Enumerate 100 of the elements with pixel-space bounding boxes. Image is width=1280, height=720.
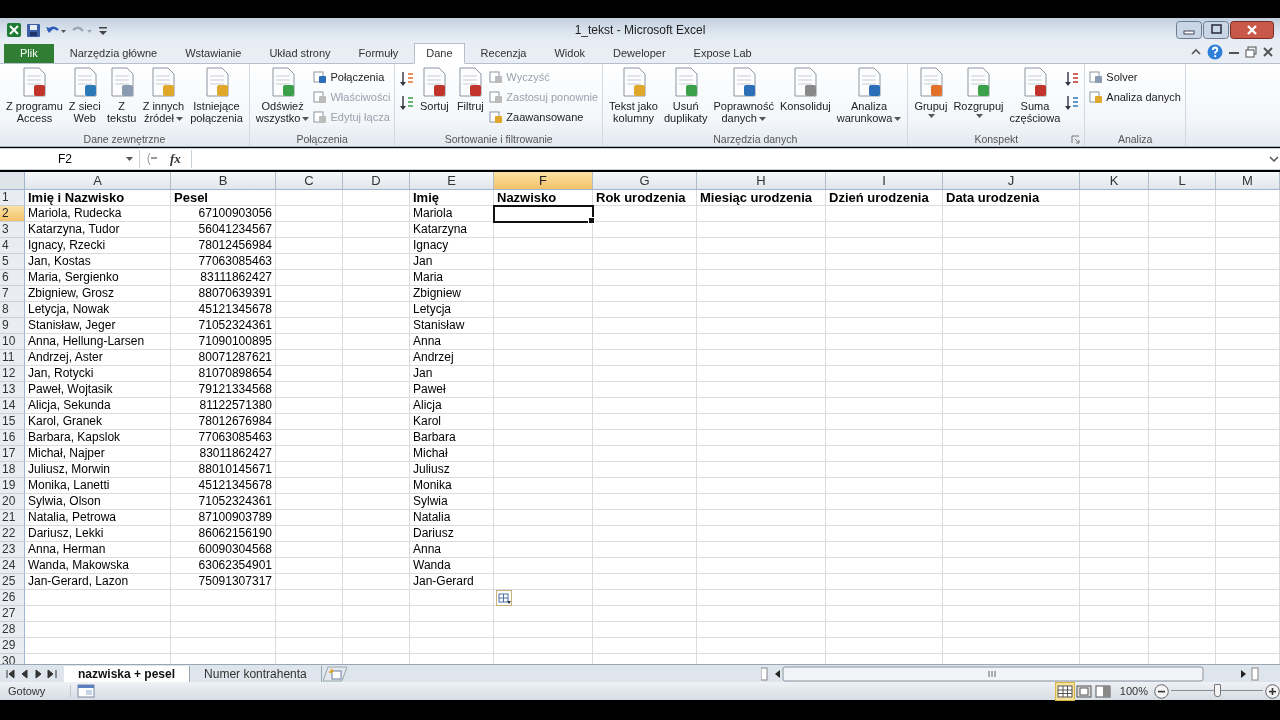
zoom-out-icon[interactable] bbox=[1154, 683, 1169, 699]
ribbon-button[interactable]: Poprawność danych bbox=[711, 66, 776, 124]
ribbon-tab[interactable]: Wstawianie bbox=[173, 44, 254, 63]
ribbon-tab[interactable]: Expose Lab bbox=[681, 44, 764, 63]
paste-options-icon[interactable] bbox=[496, 590, 512, 606]
row-header[interactable]: 28 bbox=[0, 622, 25, 638]
ribbon-button[interactable]: Analiza danych bbox=[1089, 88, 1181, 106]
ribbon-button[interactable]: Z innych źródeł bbox=[140, 66, 187, 124]
column-header[interactable]: E bbox=[410, 172, 494, 190]
normal-view-icon[interactable] bbox=[1055, 682, 1074, 700]
ribbon-button[interactable]: Usuń duplikaty bbox=[662, 66, 710, 124]
row-header[interactable]: 14 bbox=[0, 398, 25, 414]
sort-icon[interactable] bbox=[1064, 94, 1081, 112]
row-header[interactable]: 19 bbox=[0, 478, 25, 494]
restore-icon[interactable] bbox=[1245, 46, 1257, 58]
close-icon[interactable] bbox=[1262, 46, 1274, 58]
ribbon-button[interactable]: Sortuj bbox=[417, 66, 452, 112]
macro-record-icon[interactable] bbox=[77, 684, 95, 698]
row-header[interactable]: 4 bbox=[0, 238, 25, 254]
row-header[interactable]: 8 bbox=[0, 302, 25, 318]
previous-sheet-icon[interactable] bbox=[4, 667, 16, 680]
ribbon-button[interactable]: Zaawansowane bbox=[489, 108, 599, 126]
row-header[interactable]: 9 bbox=[0, 318, 25, 334]
ribbon-button[interactable]: Z tekstu bbox=[104, 66, 139, 124]
file-tab[interactable]: Plik bbox=[4, 44, 54, 63]
ribbon-tab[interactable]: Deweloper bbox=[601, 44, 678, 63]
column-header[interactable]: G bbox=[593, 172, 697, 190]
ribbon-button[interactable]: Analiza warunkowa bbox=[834, 66, 904, 124]
row-header[interactable]: 27 bbox=[0, 606, 25, 622]
next-sheet-icon[interactable] bbox=[32, 667, 44, 680]
row-header[interactable]: 10 bbox=[0, 334, 25, 350]
dialog-launcher-icon[interactable] bbox=[1071, 135, 1081, 144]
zoom-level[interactable]: 100% bbox=[1119, 685, 1148, 697]
ribbon-button[interactable]: Konsoliduj bbox=[777, 66, 833, 112]
ribbon-button[interactable]: Z sieci Web bbox=[66, 66, 103, 124]
column-header[interactable]: J bbox=[943, 172, 1080, 190]
ribbon-button[interactable]: Rozgrupuj bbox=[951, 66, 1006, 119]
page-layout-icon[interactable] bbox=[1074, 682, 1093, 700]
column-header[interactable]: M bbox=[1216, 172, 1280, 190]
page-break-icon[interactable] bbox=[1093, 682, 1112, 700]
column-header[interactable]: C bbox=[276, 172, 343, 190]
ribbon-button[interactable]: Solver bbox=[1089, 68, 1181, 86]
row-header[interactable]: 1 bbox=[0, 190, 25, 206]
close-icon[interactable] bbox=[1230, 21, 1274, 39]
row-header[interactable]: 2 bbox=[0, 206, 25, 222]
column-header[interactable]: A bbox=[25, 172, 171, 190]
ribbon-tab[interactable]: Formuły bbox=[346, 44, 411, 63]
excel-logo-icon[interactable] bbox=[6, 22, 22, 38]
row-header[interactable]: 26 bbox=[0, 590, 25, 606]
ribbon-tab[interactable]: Narzędzia główne bbox=[57, 44, 170, 63]
row-header[interactable]: 13 bbox=[0, 382, 25, 398]
sheet-tab[interactable]: nazwiska + pesel bbox=[64, 665, 191, 682]
ribbon-tab[interactable]: Recenzja bbox=[468, 44, 539, 63]
restore-icon[interactable] bbox=[1203, 21, 1229, 39]
ribbon-button[interactable]: Grupuj bbox=[912, 66, 950, 119]
row-header[interactable]: 17 bbox=[0, 446, 25, 462]
ribbon-button[interactable]: Filtruj bbox=[453, 66, 488, 112]
column-header[interactable]: B bbox=[171, 172, 276, 190]
column-header[interactable]: F bbox=[494, 172, 593, 190]
ribbon-button[interactable]: Istniejące połączenia bbox=[188, 66, 245, 124]
ribbon-tab[interactable]: Dane bbox=[414, 43, 465, 64]
minimize-icon[interactable] bbox=[1176, 21, 1202, 39]
row-header[interactable]: 11 bbox=[0, 350, 25, 366]
row-header[interactable]: 5 bbox=[0, 254, 25, 270]
zoom-in-icon[interactable] bbox=[1265, 683, 1280, 699]
save-icon[interactable] bbox=[26, 22, 41, 38]
row-header[interactable]: 18 bbox=[0, 462, 25, 478]
row-header[interactable]: 3 bbox=[0, 222, 25, 238]
row-header[interactable]: 29 bbox=[0, 638, 25, 654]
sort-icon[interactable] bbox=[399, 94, 416, 112]
row-header[interactable]: 6 bbox=[0, 270, 25, 286]
row-header[interactable]: 24 bbox=[0, 558, 25, 574]
row-header[interactable]: 21 bbox=[0, 510, 25, 526]
column-header[interactable]: K bbox=[1080, 172, 1149, 190]
row-header[interactable]: 25 bbox=[0, 574, 25, 590]
ribbon-button[interactable]: Z programu Access bbox=[4, 66, 65, 124]
ribbon-button[interactable]: Tekst jako kolumny bbox=[607, 66, 660, 124]
next-sheet-icon[interactable] bbox=[46, 667, 58, 680]
sort-icon[interactable] bbox=[1064, 70, 1081, 88]
help-icon[interactable] bbox=[1207, 44, 1223, 60]
row-header[interactable]: 20 bbox=[0, 494, 25, 510]
ribbon-tab[interactable]: Widok bbox=[542, 44, 597, 63]
row-header[interactable]: 22 bbox=[0, 526, 25, 542]
sort-icon[interactable] bbox=[399, 70, 416, 88]
column-header[interactable]: L bbox=[1149, 172, 1216, 190]
ribbon-button[interactable]: Odśwież wszystko bbox=[253, 66, 312, 124]
row-header[interactable]: 23 bbox=[0, 542, 25, 558]
row-header[interactable]: 12 bbox=[0, 366, 25, 382]
row-header[interactable]: 7 bbox=[0, 286, 25, 302]
name-box[interactable]: F2 bbox=[0, 150, 140, 168]
sheet-tab[interactable]: Numer kontrahenta bbox=[190, 665, 322, 682]
row-header[interactable]: 15 bbox=[0, 414, 25, 430]
zoom-slider[interactable] bbox=[1171, 684, 1263, 698]
row-header[interactable]: 16 bbox=[0, 430, 25, 446]
ribbon-button[interactable]: Suma częściowa bbox=[1007, 66, 1063, 124]
column-header[interactable]: I bbox=[826, 172, 943, 190]
insert-function-button[interactable]: fx bbox=[164, 151, 187, 167]
column-header[interactable]: H bbox=[697, 172, 826, 190]
ribbon-button[interactable]: Połączenia bbox=[313, 68, 391, 86]
ribbon-tab[interactable]: Układ strony bbox=[257, 44, 343, 63]
